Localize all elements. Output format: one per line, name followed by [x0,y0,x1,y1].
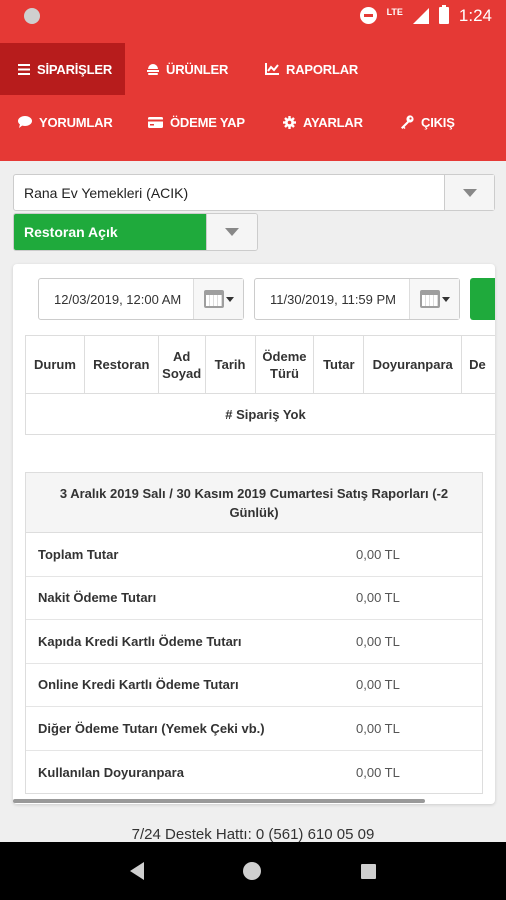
report-row: Toplam Tutar 0,00 TL [26,533,482,577]
end-date-value: 11/30/2019, 11:59 PM [270,291,397,307]
recent-apps-icon[interactable] [361,863,377,879]
menu-item-label: YORUMLAR [39,114,113,130]
column-header[interactable]: Ödeme Türü [256,336,315,393]
report-row-label: Diğer Ödeme Tutarı (Yemek Çeki vb.) [38,720,265,736]
start-date-picker-button[interactable] [193,279,243,319]
restaurant-status-toggle[interactable] [206,214,257,250]
network-type: LTE [386,6,403,17]
report-row: Diğer Ödeme Tutarı (Yemek Çeki vb.) 0,00… [26,707,482,751]
main-content: Rana Ev Yemekleri (ACIK) Restoran Açık 1… [0,161,506,843]
report-row: Kapıda Kredi Kartlı Ödeme Tutarı 0,00 TL [26,620,482,664]
menu-item-yorumlar[interactable]: YORUMLAR [18,96,113,148]
battery-icon [438,5,449,24]
report-title: 3 Aralık 2019 Salı / 30 Kasım 2019 Cumar… [26,473,482,533]
status-bar: LTE 1:24 [0,0,506,31]
menu-item-odeme-yap[interactable]: ÖDEME YAP [148,96,245,148]
credit-card-icon [148,116,163,128]
gear-icon [283,115,296,129]
restaurant-status-value: Restoran Açık [14,214,207,250]
report-row-label: Toplam Tutar [38,546,119,562]
column-header[interactable]: Durum [26,336,85,393]
column-header[interactable]: De [462,336,495,393]
report-row-value: 0,00 TL [356,633,400,649]
comment-icon [18,116,32,128]
caret-down-icon [225,296,234,302]
chevron-down-icon [462,188,477,197]
back-icon[interactable] [129,862,144,880]
report-row-value: 0,00 TL [356,590,400,606]
orders-table-header: Durum Restoran Ad Soyad Tarih Ödeme Türü… [26,336,495,394]
restaurant-select[interactable]: Rana Ev Yemekleri (ACIK) [13,174,495,211]
calendar-icon [203,290,224,308]
report-row: Nakit Ödeme Tutarı 0,00 TL [26,577,482,620]
chart-icon [265,63,279,75]
restaurant-select-toggle[interactable] [444,175,494,210]
menu-item-label: ÖDEME YAP [170,114,245,130]
do-not-disturb-icon [359,7,377,24]
clock: 1:24 [458,5,492,25]
column-header[interactable]: Restoran [85,336,159,393]
menu-item-urunler[interactable]: ÜRÜNLER [147,43,228,95]
chevron-down-icon [225,228,240,236]
start-date-input[interactable]: 12/03/2019, 12:00 AM [38,278,244,320]
report-row-label: Nakit Ödeme Tutarı [38,590,157,606]
column-header[interactable]: Doyuranpara [364,336,463,393]
orders-card: 12/03/2019, 12:00 AM 11/30/2019, 11:59 P… [13,264,495,804]
column-header[interactable]: Tarih [206,336,256,393]
report-row: Kullanılan Doyuranpara 0,00 TL [26,751,482,795]
report-row-value: 0,00 TL [356,677,400,693]
menu-item-label: AYARLAR [303,114,363,130]
orders-table: Durum Restoran Ad Soyad Tarih Ödeme Türü… [25,335,495,435]
menu-item-label: SİPARİŞLER [37,61,113,77]
sales-report-table: 3 Aralık 2019 Salı / 30 Kasım 2019 Cumar… [25,472,483,794]
system-nav-bar [0,842,506,900]
menu-item-label: ÜRÜNLER [166,61,229,77]
report-row: Online Kredi Kartlı Ödeme Tutarı 0,00 TL [26,664,482,707]
menu-item-siparisler[interactable]: SİPARİŞLER [0,43,125,95]
report-row-label: Kapıda Kredi Kartlı Ödeme Tutarı [38,633,242,649]
column-header[interactable]: Ad Soyad [159,336,206,393]
notification-dot-icon [24,7,40,24]
horizontal-scrollbar[interactable] [13,799,425,803]
report-row-label: Kullanılan Doyuranpara [38,764,184,780]
restaurant-status-select[interactable]: Restoran Açık [13,213,258,251]
food-icon [147,63,159,75]
start-date-value: 12/03/2019, 12:00 AM [54,291,182,307]
calendar-icon [419,290,440,308]
signal-icon [412,7,429,24]
report-row-value: 0,00 TL [356,546,400,562]
support-line: 7/24 Destek Hattı: 0 (561) 610 05 09 [131,826,375,843]
status-icons: LTE 1:24 [359,5,492,26]
empty-orders-message: # Sipariş Yok [225,406,306,422]
report-row-value: 0,00 TL [356,720,400,736]
caret-down-icon [441,296,450,302]
home-icon[interactable] [243,862,262,880]
main-menu: SİPARİŞLER ÜRÜNLER RAPORLAR YORUMLAR ÖDE… [0,31,506,161]
menu-item-cikis[interactable]: ÇIKIŞ [400,96,455,148]
end-date-input[interactable]: 11/30/2019, 11:59 PM [254,278,460,320]
menu-item-raporlar[interactable]: RAPORLAR [265,43,358,95]
menu-item-label: RAPORLAR [286,61,359,77]
report-row-value: 0,00 TL [356,764,400,780]
key-icon [400,115,414,129]
menu-icon [18,63,30,75]
restaurant-select-value: Rana Ev Yemekleri (ACIK) [24,184,189,201]
report-row-label: Online Kredi Kartlı Ödeme Tutarı [38,677,239,693]
column-header[interactable]: Tutar [314,336,365,393]
end-date-picker-button[interactable] [409,279,459,319]
menu-item-label: ÇIKIŞ [421,114,455,130]
filter-button[interactable] [470,278,495,320]
menu-item-ayarlar[interactable]: AYARLAR [283,96,363,148]
